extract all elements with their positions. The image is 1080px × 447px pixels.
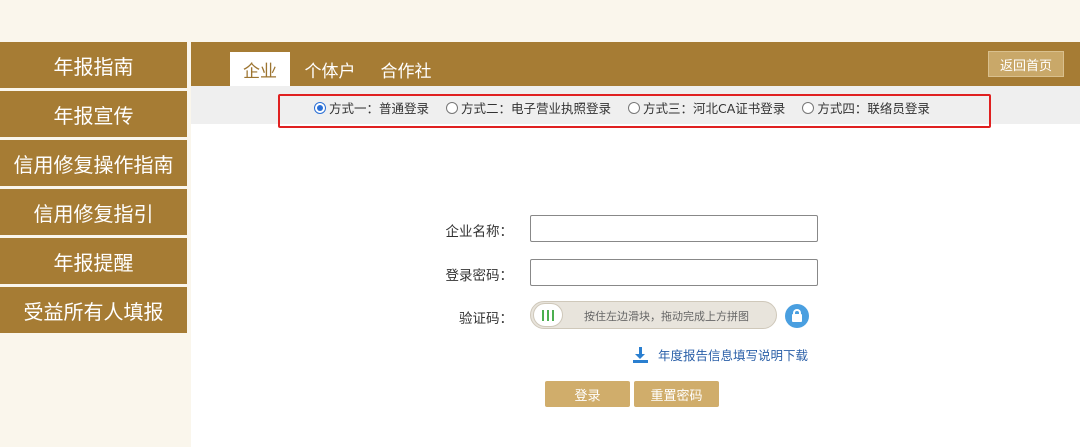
login-panel: 企业 个体户 合作社 返回首页 方式一：普通登录 方式二：电子营业执照登录 方式… [191,42,1080,447]
sidebar-item-credit-repair-guidance[interactable]: 信用修复指引 [0,189,187,235]
password-label: 登录密码： [445,268,514,284]
tab-individual[interactable]: 个体户 [297,52,363,86]
method-label-liaison: 方式四：联络员登录 [817,101,930,116]
password-input[interactable] [530,259,818,286]
method-label-ca-cert: 方式三：河北CA证书登录 [643,101,786,116]
reset-password-button[interactable]: 重置密码 [634,381,719,407]
company-name-label: 企业名称： [445,224,514,240]
radio-normal[interactable] [314,101,326,114]
method-option-e-license[interactable]: 方式二：电子营业执照登录 [446,98,611,117]
login-button[interactable]: 登录 [545,381,630,407]
tab-enterprise[interactable]: 企业 [230,52,290,86]
sidebar-item-credit-repair-operation-guide[interactable]: 信用修复操作指南 [0,140,187,186]
sidebar: 年报指南 年报宣传 信用修复操作指南 信用修复指引 年报提醒 受益所有人填报 [0,42,187,336]
sidebar-item-beneficial-owner-filing[interactable]: 受益所有人填报 [0,287,187,333]
radio-liaison[interactable] [802,101,815,114]
slider-hint-text: 按住左边滑块，拖动完成上方拼图 [584,310,749,323]
captcha-slider[interactable]: 按住左边滑块，拖动完成上方拼图 [530,301,777,329]
download-instructions-link[interactable]: 年度报告信息填写说明下载 [632,345,808,364]
method-label-e-license: 方式二：电子营业执照登录 [461,101,612,116]
tab-bar: 企业 个体户 合作社 返回首页 [191,42,1080,86]
radio-ca-cert[interactable] [628,101,641,114]
tab-cooperative[interactable]: 合作社 [373,52,439,86]
slider-handle[interactable] [533,303,563,327]
sidebar-item-annual-report-guide[interactable]: 年报指南 [0,42,187,88]
download-label: 年度报告信息填写说明下载 [658,348,809,363]
back-home-button[interactable]: 返回首页 [988,51,1064,77]
method-option-liaison[interactable]: 方式四：联络员登录 [802,98,930,117]
sidebar-item-annual-report-publicity[interactable]: 年报宣传 [0,91,187,137]
lock-icon[interactable] [785,304,809,328]
login-method-options: 方式一：普通登录 方式二：电子营业执照登录 方式三：河北CA证书登录 方式四：联… [314,98,947,117]
download-icon [632,346,648,363]
sidebar-item-annual-report-reminder[interactable]: 年报提醒 [0,238,187,284]
method-label-normal: 方式一：普通登录 [329,101,430,116]
method-option-ca-cert[interactable]: 方式三：河北CA证书登录 [628,98,785,117]
company-name-input[interactable] [530,215,818,242]
captcha-label: 验证码： [459,311,513,327]
radio-e-license[interactable] [446,101,459,114]
method-option-normal[interactable]: 方式一：普通登录 [314,98,429,117]
login-method-bar: 方式一：普通登录 方式二：电子营业执照登录 方式三：河北CA证书登录 方式四：联… [191,86,1080,128]
